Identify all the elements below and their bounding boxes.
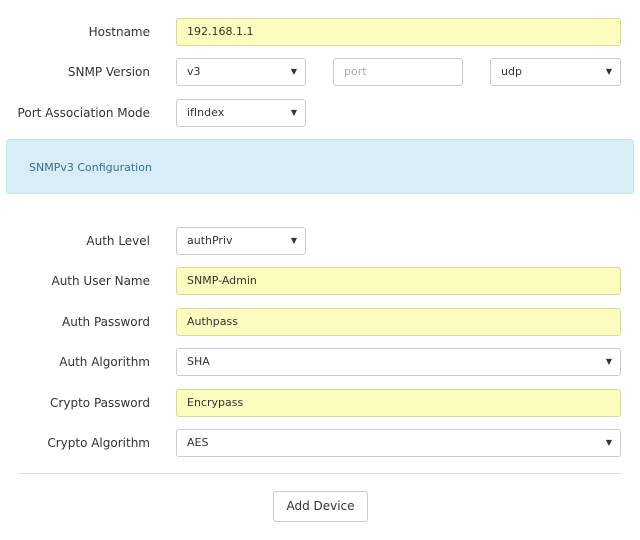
crypto-algorithm-label: Crypto Algorithm [47,436,150,450]
form-divider [19,473,621,474]
snmpv3-config-panel: SNMPv3 Configuration [6,139,634,194]
auth-level-value: authPriv [187,234,233,247]
hostname-label: Hostname [88,25,150,39]
auth-password-row: Auth Password Authpass [0,308,640,336]
auth-level-select[interactable]: authPriv ▼ [176,227,306,255]
port-association-value: ifIndex [187,106,225,119]
chevron-down-icon: ▼ [605,67,612,76]
port-input[interactable]: port [333,58,463,86]
snmp-version-row: SNMP Version v3 ▼ port udp ▼ [0,58,640,86]
snmp-version-select[interactable]: v3 ▼ [176,58,306,86]
auth-password-label: Auth Password [62,315,150,329]
auth-algorithm-label: Auth Algorithm [59,355,150,369]
chevron-down-icon: ▼ [605,357,612,366]
crypto-password-row: Crypto Password Encrypass [0,389,640,417]
port-association-select[interactable]: ifIndex ▼ [176,99,306,127]
port-association-label: Port Association Mode [17,106,150,120]
chevron-down-icon: ▼ [290,108,297,117]
snmp-version-label: SNMP Version [67,65,150,79]
crypto-algorithm-row: Crypto Algorithm AES ▼ [0,429,640,457]
auth-level-label: Auth Level [86,234,150,248]
transport-value: udp [501,65,522,78]
snmp-version-value: v3 [187,65,201,78]
port-association-row: Port Association Mode ifIndex ▼ [0,99,640,127]
auth-level-row: Auth Level authPriv ▼ [0,227,640,255]
crypto-password-label: Crypto Password [50,396,150,410]
hostname-row: Hostname 192.168.1.1 [0,18,640,46]
auth-password-input[interactable]: Authpass [176,308,621,336]
snmpv3-panel-title: SNMPv3 Configuration [29,161,152,174]
auth-user-name-input[interactable]: SNMP-Admin [176,267,621,295]
chevron-down-icon: ▼ [605,438,612,447]
auth-algorithm-value: SHA [187,355,210,368]
add-device-button[interactable]: Add Device [273,491,368,522]
crypto-algorithm-value: AES [187,436,209,449]
crypto-algorithm-select[interactable]: AES ▼ [176,429,621,457]
auth-algorithm-select[interactable]: SHA ▼ [176,348,621,376]
hostname-input[interactable]: 192.168.1.1 [176,18,621,46]
crypto-password-input[interactable]: Encrypass [176,389,621,417]
auth-algorithm-row: Auth Algorithm SHA ▼ [0,348,640,376]
auth-user-name-row: Auth User Name SNMP-Admin [0,267,640,295]
auth-user-name-label: Auth User Name [51,274,150,288]
chevron-down-icon: ▼ [290,236,297,245]
transport-select[interactable]: udp ▼ [490,58,621,86]
chevron-down-icon: ▼ [290,67,297,76]
